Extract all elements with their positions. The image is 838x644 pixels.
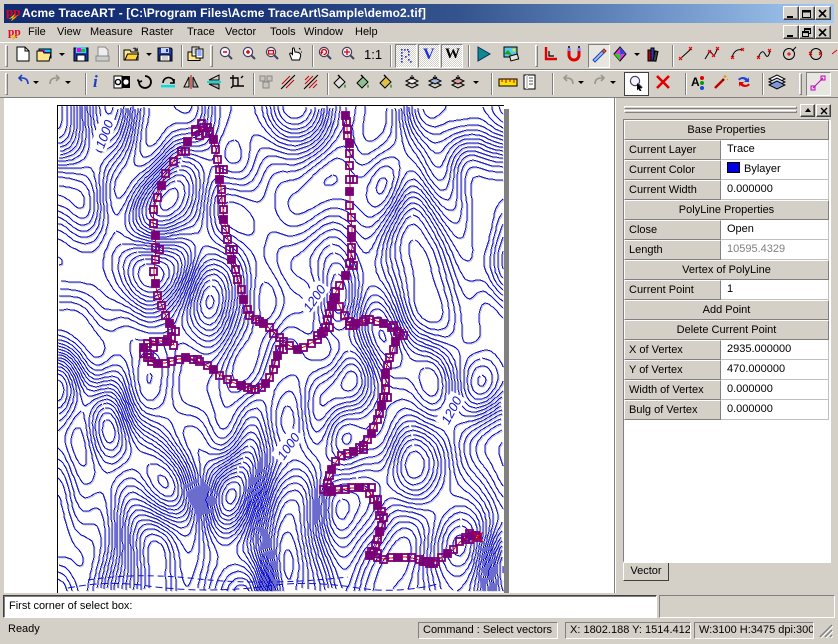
svg-text:A: A (691, 75, 700, 89)
